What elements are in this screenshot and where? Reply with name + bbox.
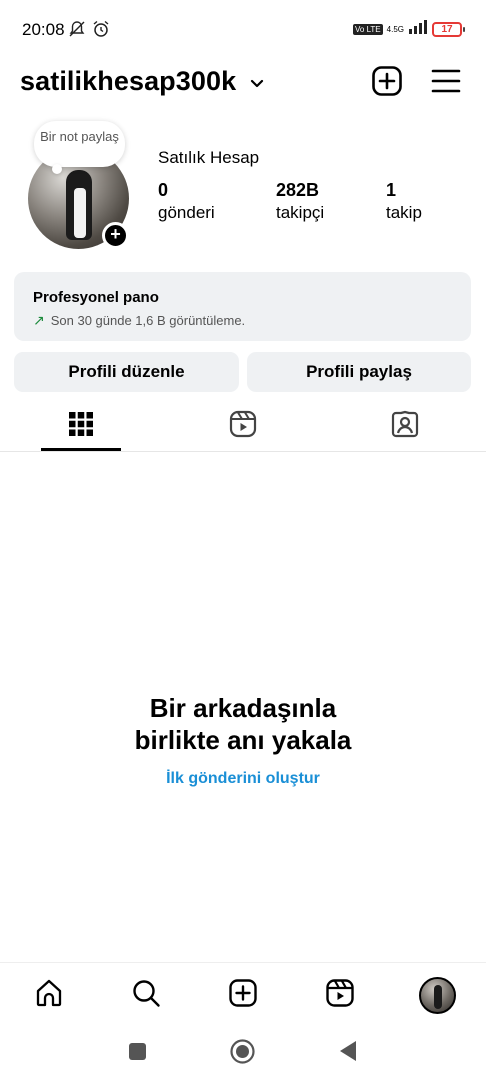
stat-followers[interactable]: 282B takipçi [276, 180, 324, 223]
stat-label: takipçi [276, 203, 325, 222]
signal-icon [408, 20, 428, 39]
note-text: Bir not paylaş [40, 129, 119, 144]
nav-profile[interactable] [417, 975, 457, 1015]
tab-posts[interactable] [0, 400, 162, 452]
empty-state-line2: birlikte anı yakala [134, 725, 352, 755]
volte-badge: Vo LTE [353, 24, 383, 35]
notifications-muted-icon [68, 20, 86, 43]
edit-profile-button[interactable]: Profili düzenle [14, 352, 239, 392]
recents-icon[interactable] [128, 1042, 147, 1066]
empty-state-title: Bir arkadaşınla birlikte anı yakala [0, 692, 486, 756]
display-name: Satılık Hesap [158, 148, 260, 167]
profile-avatar-icon [418, 976, 456, 1014]
tab-reels[interactable] [162, 400, 324, 452]
tab-tagged[interactable] [324, 400, 486, 452]
active-tab-indicator [41, 448, 121, 451]
stat-posts[interactable]: 0 gönderi [158, 180, 215, 223]
nav-reels[interactable] [320, 975, 360, 1015]
stat-value: 0 [158, 180, 169, 200]
stat-value: 1 [386, 180, 397, 200]
home-icon [34, 978, 64, 1013]
battery-icon: 17 [432, 22, 465, 37]
profile-header: satilikhesap300k [0, 62, 486, 102]
status-bar: 20:08 Vo LTE 4.5G 17 [0, 0, 486, 60]
tagged-icon [391, 410, 419, 443]
share-profile-button[interactable]: Profili paylaş [247, 352, 471, 392]
profile-tabs [0, 400, 486, 452]
create-post-icon [228, 978, 258, 1013]
reels-icon [229, 410, 257, 443]
home-button-icon[interactable] [230, 1039, 255, 1069]
menu-icon[interactable] [431, 68, 461, 99]
nav-home[interactable] [29, 975, 69, 1015]
professional-dashboard[interactable]: Profesyonel pano ↗ Son 30 günde 1,6 B gö… [14, 272, 471, 341]
back-icon[interactable] [338, 1040, 358, 1067]
bottom-navigation [0, 962, 486, 1022]
network-type: 4.5G [386, 24, 404, 34]
dashboard-subtitle: Son 30 günde 1,6 B görüntüleme. [50, 313, 246, 328]
nav-create[interactable] [223, 975, 263, 1015]
stat-label: takip [386, 203, 422, 222]
alarm-icon [92, 20, 110, 43]
chevron-down-icon[interactable] [246, 72, 268, 99]
create-icon[interactable] [371, 65, 403, 102]
grid-icon [68, 411, 94, 442]
system-navigation [0, 1025, 486, 1080]
search-icon [131, 978, 161, 1013]
add-story-icon[interactable]: + [102, 222, 129, 249]
stat-label: gönderi [158, 203, 215, 222]
dashboard-title: Profesyonel pano [33, 289, 159, 306]
empty-state-line1: Bir arkadaşınla [149, 693, 337, 723]
username[interactable]: satilikhesap300k [20, 66, 236, 97]
nav-search[interactable] [126, 975, 166, 1015]
stat-value: 282B [276, 180, 320, 200]
create-first-post-link[interactable]: İlk gönderini oluştur [0, 770, 486, 788]
note-bubble[interactable]: Bir not paylaş [34, 121, 125, 174]
stat-following[interactable]: 1 takip [386, 180, 422, 223]
trend-up-icon: ↗ [33, 312, 45, 328]
status-time: 20:08 [22, 20, 65, 39]
reels-nav-icon [325, 978, 355, 1013]
